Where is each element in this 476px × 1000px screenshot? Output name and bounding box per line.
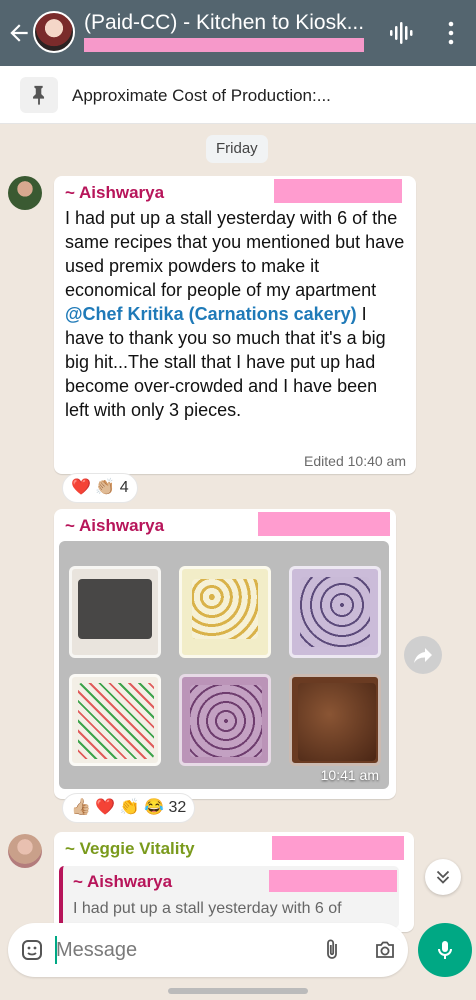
camera-icon[interactable]: [372, 938, 398, 962]
sender-avatar[interactable]: [8, 834, 42, 868]
dessert-photo[interactable]: 10:41 am: [59, 541, 389, 789]
reactions-pill[interactable]: 👍🏼 ❤️ 👏 😂 32: [62, 793, 196, 823]
redacted-phone: [272, 836, 404, 860]
photo-time: 10:41 am: [320, 767, 379, 783]
redacted-subtitle: [84, 38, 364, 52]
back-arrow-icon[interactable]: [6, 20, 32, 46]
scroll-down-button[interactable]: [425, 859, 461, 895]
quote-sender: ~ Aishwarya: [73, 872, 173, 891]
dessert-tub-black-currant: [179, 674, 271, 766]
mic-button[interactable]: [418, 923, 472, 977]
sender-avatar[interactable]: [8, 176, 42, 210]
date-separator: Friday: [206, 135, 268, 163]
quoted-message[interactable]: ~ Aishwarya I had put up a stall yesterd…: [59, 866, 399, 928]
redacted-phone: [258, 512, 390, 536]
pinned-text: Approximate Cost of Production:...: [72, 86, 331, 105]
forward-button[interactable]: [404, 636, 442, 674]
chat-area: Friday ~ Aishwarya I had put up a stall …: [0, 124, 476, 932]
redacted-phone: [269, 870, 397, 892]
forward-icon: [414, 648, 432, 663]
group-avatar[interactable]: [33, 11, 75, 53]
quote-text: I had put up a stall yesterday with 6 of: [73, 900, 342, 917]
sender-name[interactable]: ~ Aishwarya: [65, 516, 164, 536]
message-text: I had put up a stall yesterday with 6 of…: [65, 206, 405, 422]
message-input[interactable]: [56, 933, 296, 967]
pinned-message-bar[interactable]: Approximate Cost of Production:...: [0, 66, 476, 124]
message-bubble-2[interactable]: ~ Aishwarya 10:41 am: [54, 509, 396, 799]
more-vert-icon[interactable]: [444, 20, 458, 46]
message-text-part-1: I had put up a stall yesterday with 6 of…: [65, 208, 405, 300]
pin-icon-box: [20, 77, 58, 113]
dessert-tub-chocolate: [289, 674, 381, 766]
sticker-icon[interactable]: [20, 938, 44, 962]
mic-icon: [438, 941, 452, 959]
dessert-tub-butterscotch: [179, 566, 271, 658]
mention-link[interactable]: @Chef Kritika (Carnations cakery): [65, 304, 357, 324]
dessert-tub-blueberry: [289, 566, 381, 658]
dessert-tub-oreo: [69, 566, 161, 658]
sender-name[interactable]: ~ Veggie Vitality: [65, 839, 195, 859]
redacted-phone: [274, 179, 402, 203]
message-composer: [8, 923, 408, 977]
message-bubble-3[interactable]: ~ Veggie Vitality ~ Aishwarya I had put …: [54, 832, 414, 932]
pin-icon: [33, 85, 45, 106]
attach-icon[interactable]: [320, 937, 344, 963]
reactions-pill[interactable]: ❤️ 👏🏼 4: [62, 473, 138, 503]
message-bubble-1[interactable]: ~ Aishwarya I had put up a stall yesterd…: [54, 176, 416, 474]
voice-call-icon[interactable]: [389, 21, 415, 45]
dessert-tub-sprinkles: [69, 674, 161, 766]
chat-header: (Paid-CC) - Kitchen to Kiosk...: [0, 0, 476, 66]
chevron-down-icon: [436, 870, 450, 884]
group-title[interactable]: (Paid-CC) - Kitchen to Kiosk...: [84, 11, 374, 35]
sender-name[interactable]: ~ Aishwarya: [65, 183, 164, 203]
message-time: Edited 10:40 am: [304, 453, 406, 469]
system-home-indicator[interactable]: [168, 988, 308, 994]
